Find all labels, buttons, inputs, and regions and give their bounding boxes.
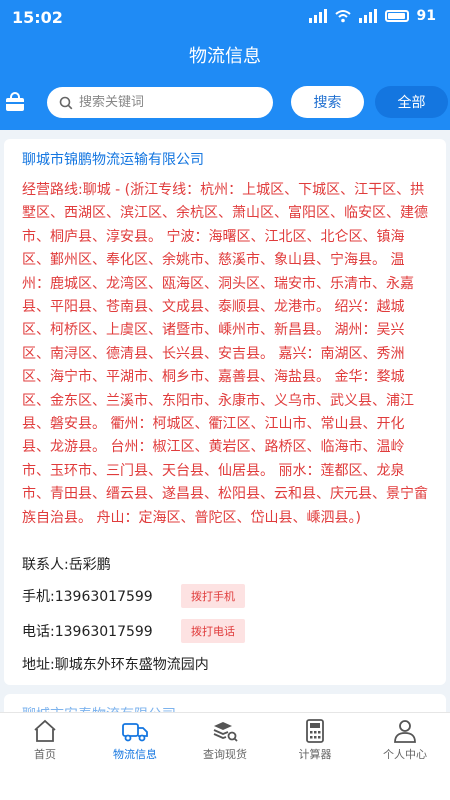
contact-person: 联系人:岳彩鹏 — [22, 557, 111, 573]
bottom-tab-bar: 首页 物流信息 查询现货 计算器 个人中心 — [0, 712, 450, 800]
stack-search-icon — [213, 722, 238, 742]
search-icon — [59, 96, 73, 109]
person-icon — [394, 720, 416, 743]
tab-personal-center[interactable]: 个人中心 — [360, 713, 450, 773]
phone-number: 电话:13963017599 — [22, 624, 153, 640]
status-bar: 15:02 91 — [0, 0, 450, 36]
all-button[interactable]: 全部 — [375, 86, 448, 118]
tab-logistics-info-label: 物流信息 — [113, 748, 157, 761]
call-mobile-button[interactable]: 拨打手机 — [181, 584, 245, 608]
truck-icon — [122, 723, 148, 742]
tab-calculator-label: 计算器 — [298, 748, 332, 761]
company-name[interactable]: 聊城市锦鹏物流运输有限公司 — [22, 149, 204, 169]
shopping-bag-icon[interactable] — [4, 92, 26, 112]
tab-logistics-info[interactable]: 物流信息 — [90, 713, 180, 773]
search-input[interactable] — [79, 95, 259, 110]
tab-home[interactable]: 首页 — [0, 713, 90, 773]
cellular-signal-2-icon — [358, 9, 377, 23]
header-bar: 15:02 91 物流信息 搜索 全部 — [0, 0, 450, 130]
search-box[interactable] — [47, 87, 273, 118]
route-description: 经营路线:聊城 - (浙江专线：杭州：上城区、下城区、江干区、拱墅区、西湖区、滨… — [22, 182, 428, 526]
wifi-icon — [334, 10, 351, 23]
home-icon — [34, 719, 56, 742]
search-button[interactable]: 搜索 — [291, 86, 364, 118]
tab-query-stock-label: 查询现货 — [203, 748, 247, 761]
battery-level: 91 — [416, 8, 436, 24]
tab-query-stock[interactable]: 查询现货 — [180, 713, 270, 773]
battery-icon — [384, 10, 409, 22]
calculator-icon — [306, 719, 324, 743]
tab-personal-center-label: 个人中心 — [383, 748, 427, 761]
address: 地址:聊城东外环东盛物流园内 — [22, 657, 209, 673]
cellular-signal-icon — [308, 9, 327, 23]
mobile-number: 手机:13963017599 — [22, 589, 153, 605]
tab-calculator[interactable]: 计算器 — [270, 713, 360, 773]
status-time: 15:02 — [12, 8, 63, 27]
listing-card[interactable]: 聊城市锦鹏物流运输有限公司 经营路线:聊城 - (浙江专线：杭州：上城区、下城区… — [4, 139, 446, 685]
status-icons: 91 — [308, 8, 436, 24]
call-phone-button[interactable]: 拨打电话 — [181, 619, 245, 643]
tab-home-label: 首页 — [34, 748, 56, 761]
page-title: 物流信息 — [189, 46, 261, 67]
